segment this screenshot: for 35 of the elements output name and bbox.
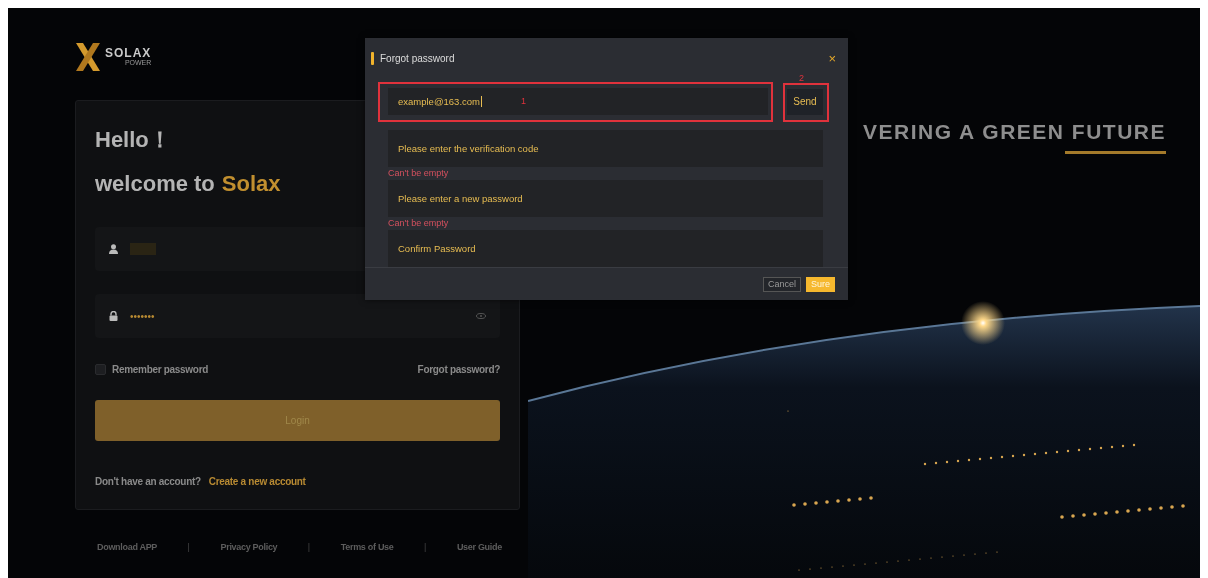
logo-x-icon <box>75 42 101 72</box>
cancel-button[interactable]: Cancel <box>762 276 801 292</box>
input-field[interactable]: Confirm Password <box>388 230 823 267</box>
lock-icon <box>109 311 118 321</box>
create-account-link[interactable]: Create a new account <box>208 476 306 487</box>
user-icon <box>109 244 118 254</box>
footer-link[interactable]: User Guide <box>456 542 502 552</box>
send-button[interactable]: Send <box>787 88 823 115</box>
close-button[interactable]: × <box>828 50 836 66</box>
annotation-number: 2 <box>799 73 804 83</box>
input-field[interactable]: Please enter the verification code <box>388 130 823 167</box>
remember-checkbox[interactable] <box>95 363 106 375</box>
logo-text: SOLAX <box>105 47 152 59</box>
input-field[interactable]: Please enter a new password <box>388 180 823 217</box>
greeting-heading: Hello！ <box>95 126 171 154</box>
forgot-password-link[interactable]: Forgot password? <box>417 363 500 375</box>
error-message: Can't be empty <box>388 167 450 180</box>
signup-prompt: Don't have an account? <box>95 476 201 487</box>
footer-separator: | <box>187 542 190 552</box>
password-value: ••••••• <box>130 310 156 322</box>
title-accent-bar <box>371 51 374 65</box>
footer-link[interactable]: Privacy Policy <box>220 542 278 552</box>
dialog-title: Forgot password <box>380 52 456 64</box>
footer-separator: | <box>307 542 311 552</box>
password-field[interactable]: ••••••• <box>95 294 500 338</box>
footer-separator: | <box>424 542 427 552</box>
annotation-number: 1 <box>521 96 526 106</box>
remember-label: Remember password <box>112 363 209 375</box>
footer-link[interactable]: Terms of Use <box>340 542 394 552</box>
slogan-text: VERING A GREEN FUTURE <box>863 120 1166 144</box>
footer-link[interactable]: Download APP <box>97 542 158 552</box>
welcome-heading: welcome to <box>95 171 215 198</box>
error-message: Can't be empty <box>388 217 450 230</box>
eye-icon[interactable] <box>476 313 486 319</box>
brand-heading: Solax <box>221 171 281 198</box>
